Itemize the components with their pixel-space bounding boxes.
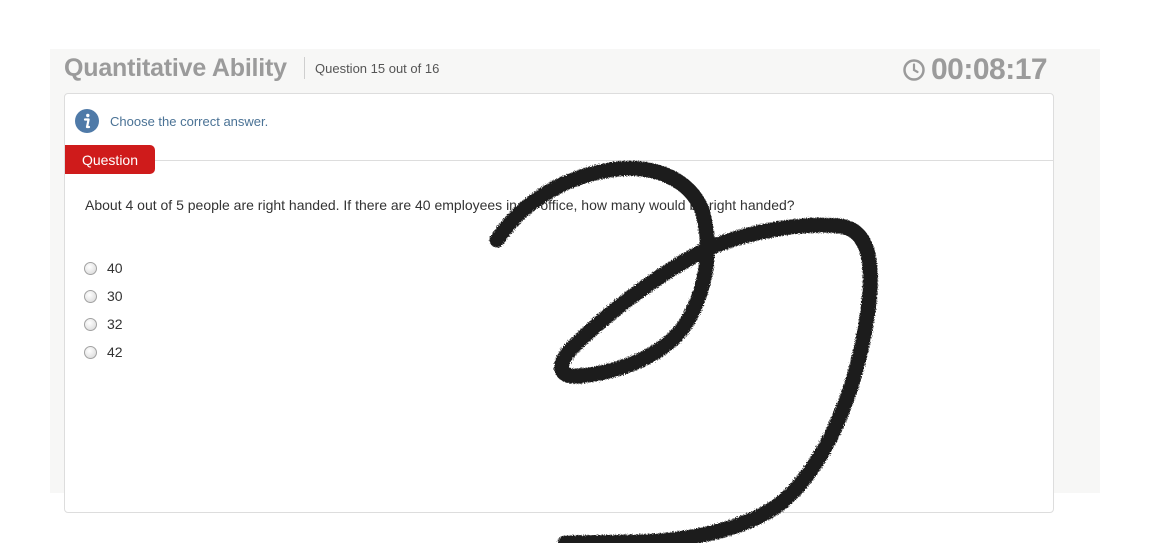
instruction-text: Choose the correct answer. (110, 113, 269, 129)
timer-value: 00:08:17 (931, 53, 1048, 86)
option-30[interactable]: 30 (84, 282, 123, 310)
section-title: Quantitative Ability (64, 54, 287, 82)
option-40[interactable]: 40 (84, 254, 123, 282)
option-label: 42 (107, 344, 123, 360)
radio-button[interactable] (84, 261, 97, 275)
option-42[interactable]: 42 (84, 338, 123, 366)
radio-button[interactable] (84, 345, 97, 359)
option-label: 30 (107, 288, 123, 304)
info-icon (75, 109, 99, 133)
option-label: 40 (107, 260, 123, 276)
timer: 00:08:17 (903, 53, 1048, 87)
question-tab: Question (65, 145, 155, 174)
option-label: 32 (107, 316, 123, 332)
radio-button[interactable] (84, 289, 97, 303)
header-divider (304, 57, 305, 79)
question-text: About 4 out of 5 people are right handed… (85, 197, 795, 213)
radio-button[interactable] (84, 317, 97, 331)
tab-divider (155, 160, 1054, 161)
question-progress: Question 15 out of 16 (315, 61, 440, 76)
option-32[interactable]: 32 (84, 310, 123, 338)
clock-icon (903, 59, 925, 81)
instruction-row: Choose the correct answer. (75, 109, 268, 133)
question-card (64, 93, 1054, 513)
answer-options: 40 30 32 42 (84, 254, 123, 366)
